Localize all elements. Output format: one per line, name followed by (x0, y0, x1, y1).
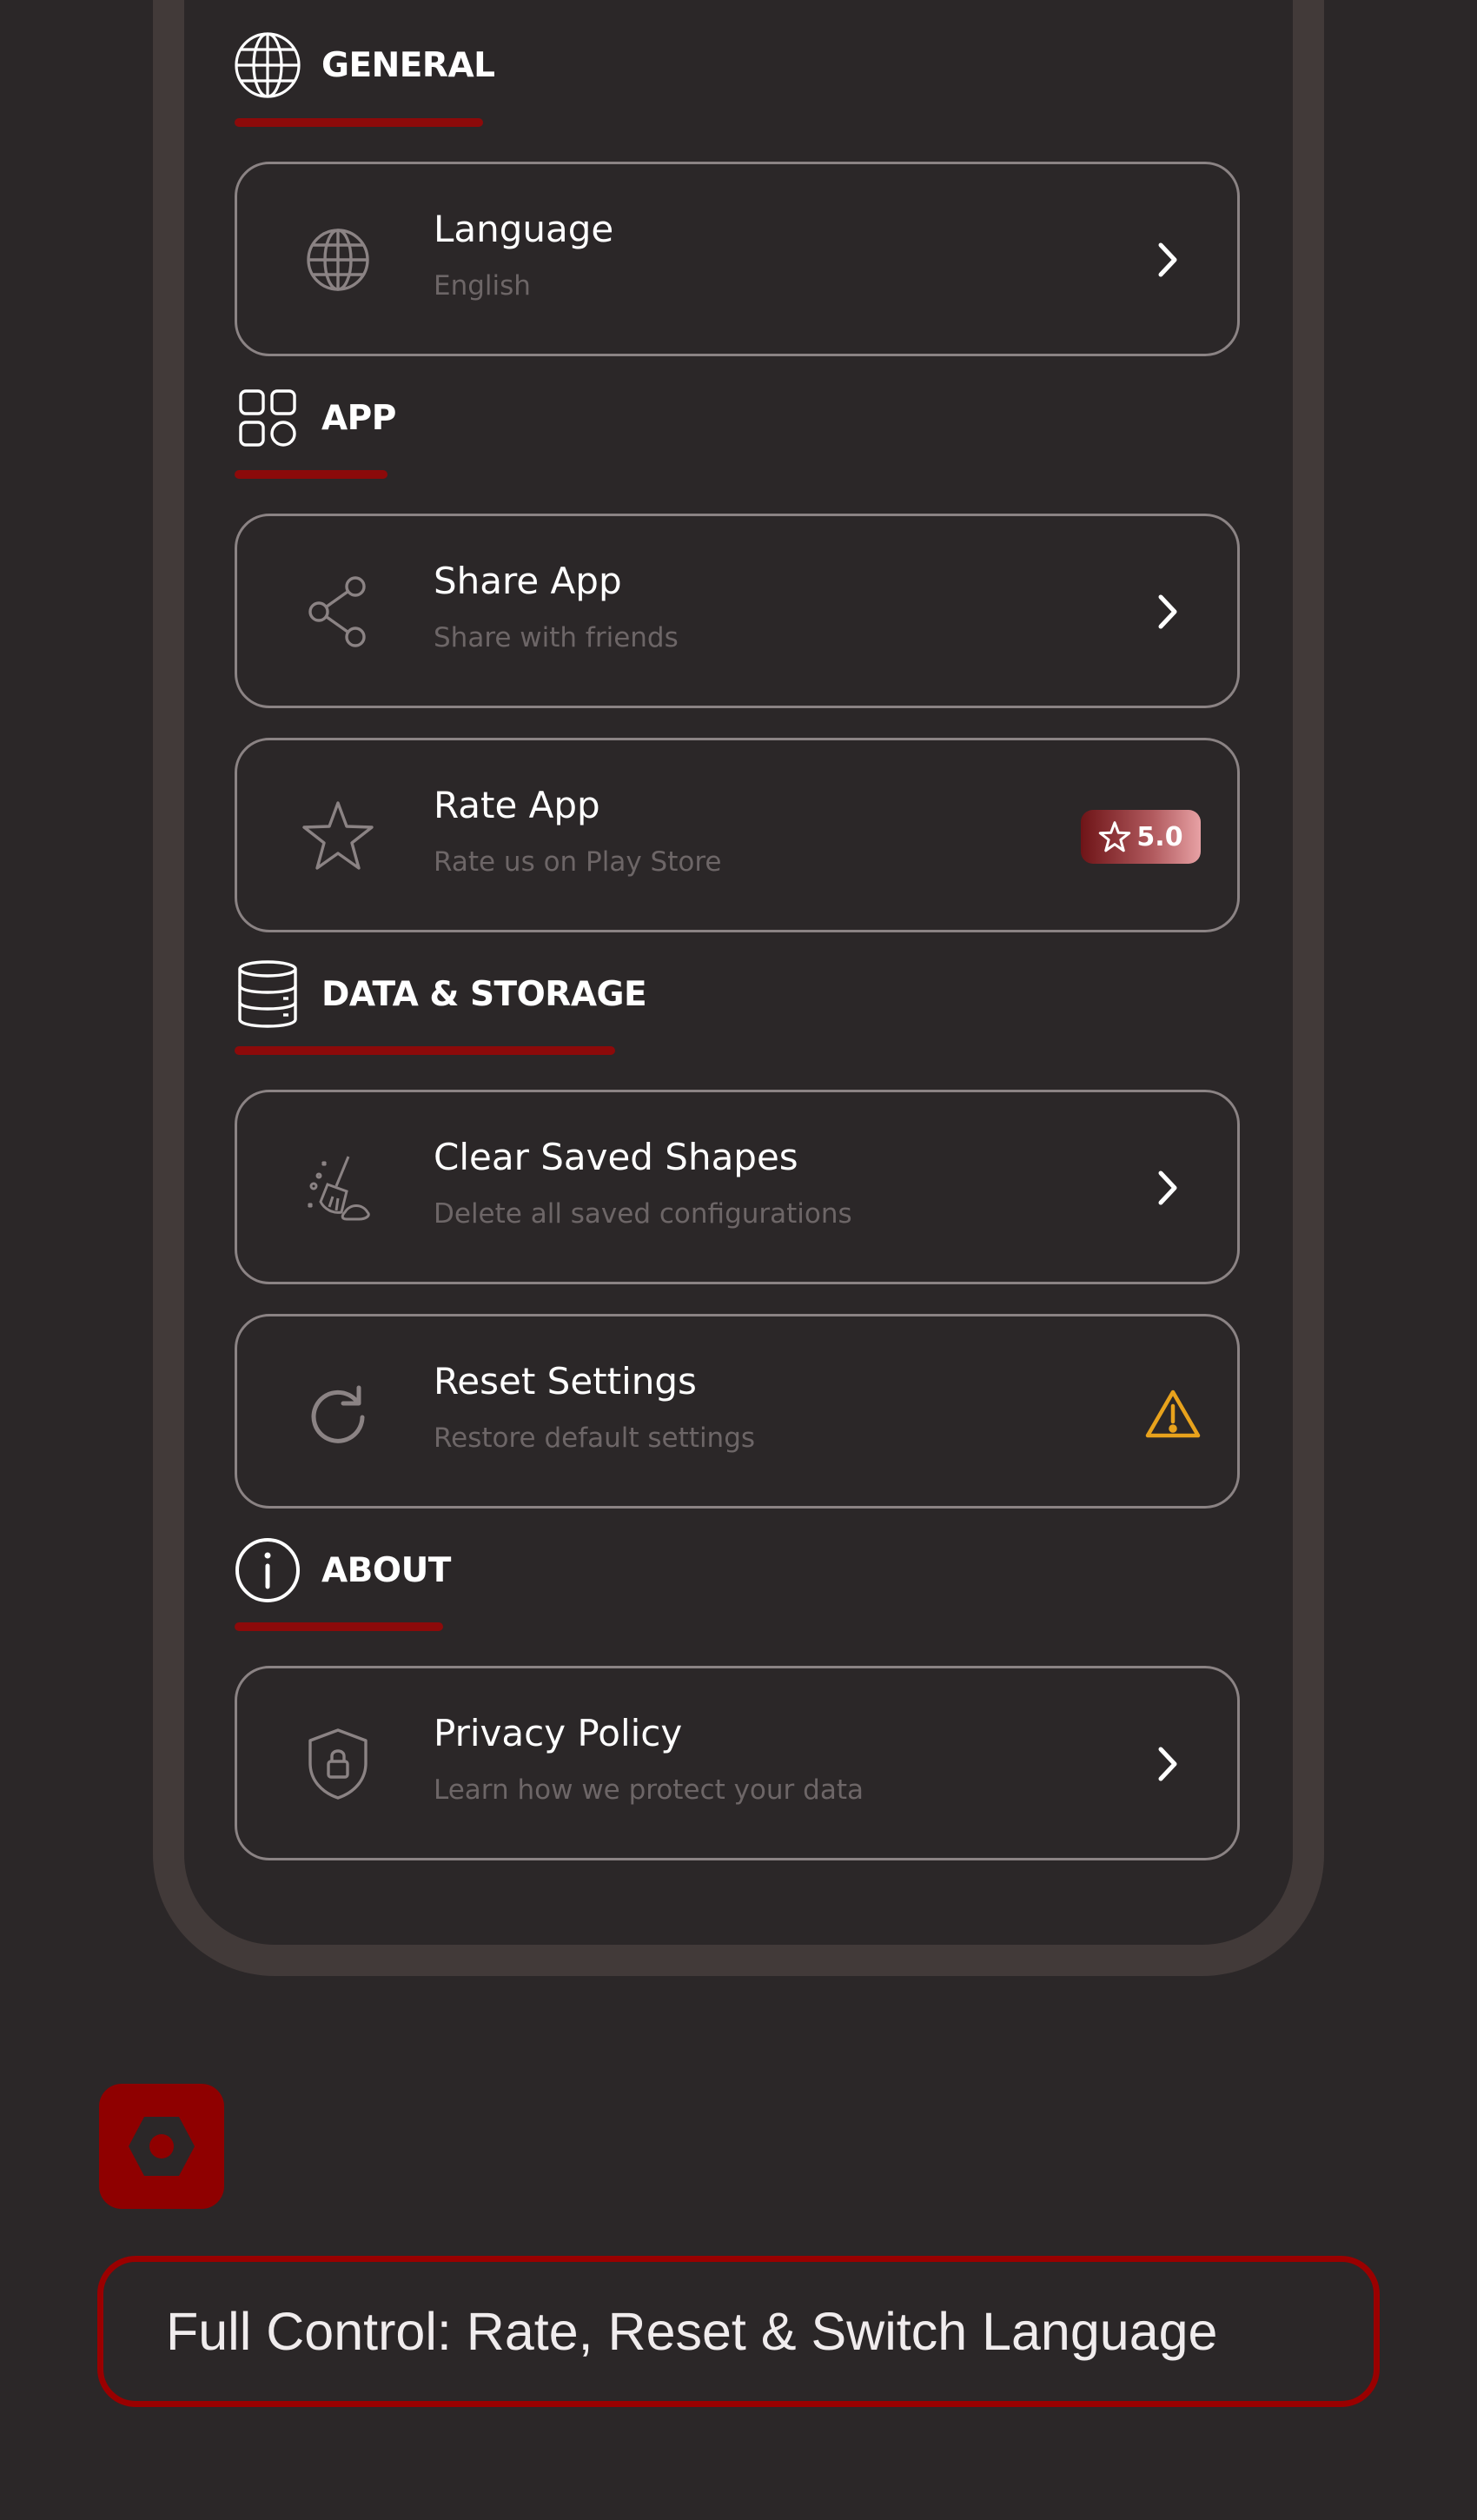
settings-hexagon-icon (125, 2113, 198, 2179)
settings-item-clear-saved-shapes[interactable]: Clear Saved Shapes Delete all saved conf… (235, 1090, 1240, 1284)
item-subtitle: Delete all saved configurations (434, 1198, 852, 1230)
item-subtitle: English (434, 270, 531, 302)
info-icon (233, 1535, 302, 1605)
feature-caption: Full Control: Rate, Reset & Switch Langu… (97, 2256, 1380, 2407)
rating-badge: 5.0 (1081, 810, 1201, 864)
apps-grid-icon (233, 383, 302, 453)
item-subtitle: Learn how we protect your data (434, 1774, 864, 1806)
section-title-app: APP (321, 398, 396, 438)
star-icon (1098, 821, 1131, 852)
settings-item-share-app[interactable]: Share App Share with friends (235, 514, 1240, 708)
section-header-app: APP (233, 379, 396, 457)
caption-text: Full Control: Rate, Reset & Switch Langu… (166, 2302, 1218, 2361)
settings-item-language[interactable]: Language English (235, 162, 1240, 356)
settings-item-privacy-policy[interactable]: Privacy Policy Learn how we protect your… (235, 1666, 1240, 1860)
item-subtitle: Share with friends (434, 622, 679, 653)
shield-lock-icon (296, 1722, 380, 1806)
section-title-general: GENERAL (321, 45, 495, 85)
broom-icon (296, 1146, 380, 1230)
section-header-general: GENERAL (233, 26, 495, 104)
section-header-data-storage: DATA & STORAGE (233, 955, 647, 1033)
chevron-right-icon (1142, 234, 1194, 286)
item-subtitle: Rate us on Play Store (434, 846, 722, 878)
settings-item-reset-settings[interactable]: Reset Settings Restore default settings (235, 1314, 1240, 1509)
item-title: Clear Saved Shapes (434, 1136, 798, 1178)
chevron-right-icon (1142, 586, 1194, 638)
database-icon (233, 959, 302, 1029)
star-icon (296, 794, 380, 878)
item-title: Reset Settings (434, 1360, 697, 1403)
section-title-about: ABOUT (321, 1550, 451, 1590)
settings-app-button[interactable] (99, 2084, 224, 2209)
section-underline-app (235, 470, 387, 479)
globe-icon (296, 218, 380, 302)
warning-icon (1143, 1384, 1202, 1443)
section-header-about: ABOUT (233, 1531, 451, 1609)
chevron-right-icon (1142, 1738, 1194, 1790)
item-title: Share App (434, 560, 622, 602)
section-underline-general (235, 118, 483, 127)
section-underline-about (235, 1622, 443, 1631)
refresh-icon (296, 1370, 380, 1454)
settings-item-rate-app[interactable]: Rate App Rate us on Play Store 5.0 (235, 738, 1240, 932)
section-underline-data-storage (235, 1046, 615, 1055)
rating-value: 5.0 (1136, 821, 1183, 852)
item-title: Language (434, 208, 614, 250)
item-title: Rate App (434, 784, 600, 826)
share-icon (296, 570, 380, 653)
globe-icon (233, 30, 302, 100)
item-subtitle: Restore default settings (434, 1422, 756, 1454)
chevron-right-icon (1142, 1162, 1194, 1214)
item-title: Privacy Policy (434, 1712, 683, 1754)
section-title-data-storage: DATA & STORAGE (321, 974, 647, 1014)
